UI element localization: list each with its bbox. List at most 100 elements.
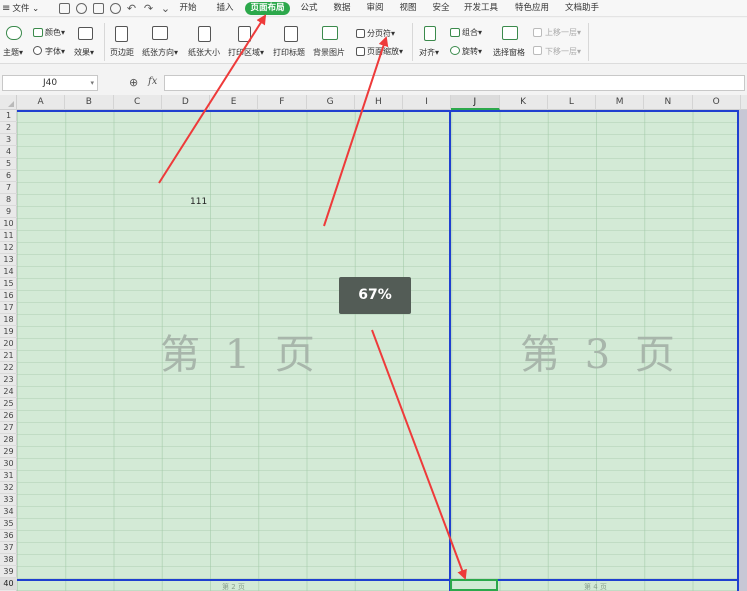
- row-header-21[interactable]: 21: [0, 350, 17, 362]
- row-header-12[interactable]: 12: [0, 242, 17, 254]
- function-icon[interactable]: fx: [148, 76, 157, 87]
- formula-input[interactable]: [164, 75, 745, 91]
- name-box[interactable]: J40 ▾: [2, 75, 98, 91]
- row-header-17[interactable]: 17: [0, 302, 17, 314]
- column-header-m[interactable]: M: [596, 95, 645, 110]
- column-header-j[interactable]: J: [451, 95, 500, 110]
- column-header-d[interactable]: D: [162, 95, 210, 110]
- zoom-icon[interactable]: ⊕: [129, 76, 138, 89]
- column-header-k[interactable]: K: [500, 95, 548, 110]
- orientation-button[interactable]: 纸张方向▾: [142, 47, 178, 58]
- row-header-27[interactable]: 27: [0, 422, 17, 434]
- row-header-22[interactable]: 22: [0, 362, 17, 374]
- print-icon[interactable]: [93, 3, 104, 14]
- tab-0[interactable]: 开始: [176, 0, 200, 17]
- row-header-33[interactable]: 33: [0, 494, 17, 506]
- page-break-line-vertical[interactable]: [449, 110, 451, 591]
- column-header-f[interactable]: F: [258, 95, 307, 110]
- print-area-button[interactable]: 打印区域▾: [228, 47, 264, 58]
- row-header-3[interactable]: 3: [0, 134, 17, 146]
- column-header-g[interactable]: G: [307, 95, 355, 110]
- row-header-35[interactable]: 35: [0, 518, 17, 530]
- row-header-19[interactable]: 19: [0, 326, 17, 338]
- row-header-23[interactable]: 23: [0, 374, 17, 386]
- row-header-37[interactable]: 37: [0, 542, 17, 554]
- selection-pane-button[interactable]: 选择窗格: [493, 47, 525, 58]
- row-header-2[interactable]: 2: [0, 122, 17, 134]
- row-header-6[interactable]: 6: [0, 170, 17, 182]
- theme-icon[interactable]: [6, 26, 22, 40]
- row-header-29[interactable]: 29: [0, 446, 17, 458]
- column-header-l[interactable]: L: [548, 95, 596, 110]
- row-header-40[interactable]: 40: [0, 578, 17, 590]
- row-header-16[interactable]: 16: [0, 290, 17, 302]
- row-header-30[interactable]: 30: [0, 458, 17, 470]
- print-titles-button[interactable]: 打印标题: [273, 47, 305, 58]
- column-header-h[interactable]: H: [355, 95, 403, 110]
- page-break-button[interactable]: 分页符▾: [367, 28, 395, 39]
- row-header-28[interactable]: 28: [0, 434, 17, 446]
- margins-button[interactable]: 页边距: [110, 47, 134, 58]
- row-header-20[interactable]: 20: [0, 338, 17, 350]
- page-break-line-right[interactable]: [737, 110, 739, 591]
- column-header-e[interactable]: E: [210, 95, 259, 110]
- print-preview-icon[interactable]: [110, 3, 121, 14]
- column-header-i[interactable]: I: [403, 95, 452, 110]
- row-header-8[interactable]: 8: [0, 194, 17, 206]
- row-header-32[interactable]: 32: [0, 482, 17, 494]
- row-header-18[interactable]: 18: [0, 314, 17, 326]
- row-header-39[interactable]: 39: [0, 566, 17, 578]
- chevron-down-icon[interactable]: ▾: [90, 76, 94, 90]
- row-header-7[interactable]: 7: [0, 182, 17, 194]
- row-header-31[interactable]: 31: [0, 470, 17, 482]
- undo-icon[interactable]: ↶: [126, 3, 137, 14]
- column-header-b[interactable]: B: [65, 95, 114, 110]
- tab-9[interactable]: 特色应用: [512, 0, 552, 17]
- background-image-button[interactable]: 背景图片: [313, 47, 345, 58]
- tab-8[interactable]: 开发工具: [461, 0, 501, 17]
- column-header-n[interactable]: N: [644, 95, 693, 110]
- row-header-14[interactable]: 14: [0, 266, 17, 278]
- page-break-line-horizontal[interactable]: [17, 579, 738, 581]
- tab-5[interactable]: 审阅: [363, 0, 387, 17]
- active-cell-j40[interactable]: [450, 579, 498, 591]
- tab-3[interactable]: 公式: [297, 0, 321, 17]
- row-header-4[interactable]: 4: [0, 146, 17, 158]
- group-button[interactable]: 组合▾: [462, 27, 482, 38]
- row-header-34[interactable]: 34: [0, 506, 17, 518]
- row-header-5[interactable]: 5: [0, 158, 17, 170]
- theme-button[interactable]: 主题▾: [3, 47, 23, 58]
- row-header-13[interactable]: 13: [0, 254, 17, 266]
- export-icon[interactable]: [76, 3, 87, 14]
- page-break-line-top[interactable]: [17, 110, 738, 112]
- row-header-25[interactable]: 25: [0, 398, 17, 410]
- column-header-a[interactable]: A: [17, 95, 66, 110]
- column-header-o[interactable]: O: [693, 95, 741, 110]
- tab-10[interactable]: 文档助手: [562, 0, 602, 17]
- row-header-24[interactable]: 24: [0, 386, 17, 398]
- bring-forward-button[interactable]: 上移一层▾: [545, 27, 581, 38]
- select-all-corner[interactable]: [0, 95, 17, 110]
- row-header-36[interactable]: 36: [0, 530, 17, 542]
- file-menu-button[interactable]: ≡ 文件 ⌄: [2, 0, 48, 17]
- row-header-11[interactable]: 11: [0, 230, 17, 242]
- save-icon[interactable]: [59, 3, 70, 14]
- row-header-9[interactable]: 9: [0, 206, 17, 218]
- row-header-1[interactable]: 1: [0, 110, 17, 122]
- row-header-10[interactable]: 10: [0, 218, 17, 230]
- tab-7[interactable]: 安全: [429, 0, 453, 17]
- align-button[interactable]: 对齐▾: [419, 47, 439, 58]
- paper-size-button[interactable]: 纸张大小: [188, 47, 220, 58]
- row-header-26[interactable]: 26: [0, 410, 17, 422]
- tab-4[interactable]: 数据: [330, 0, 354, 17]
- tab-6[interactable]: 视图: [396, 0, 420, 17]
- column-header-c[interactable]: C: [114, 95, 162, 110]
- page-zoom-button[interactable]: 页面缩放▾: [367, 46, 403, 57]
- tab-1[interactable]: 插入: [213, 0, 237, 17]
- colors-button[interactable]: 颜色▾: [45, 27, 65, 38]
- row-header-15[interactable]: 15: [0, 278, 17, 290]
- row-header-38[interactable]: 38: [0, 554, 17, 566]
- quick-access-more-icon[interactable]: ⌄: [160, 3, 171, 14]
- redo-icon[interactable]: ↷: [143, 3, 154, 14]
- effects-button[interactable]: 效果▾: [74, 47, 94, 58]
